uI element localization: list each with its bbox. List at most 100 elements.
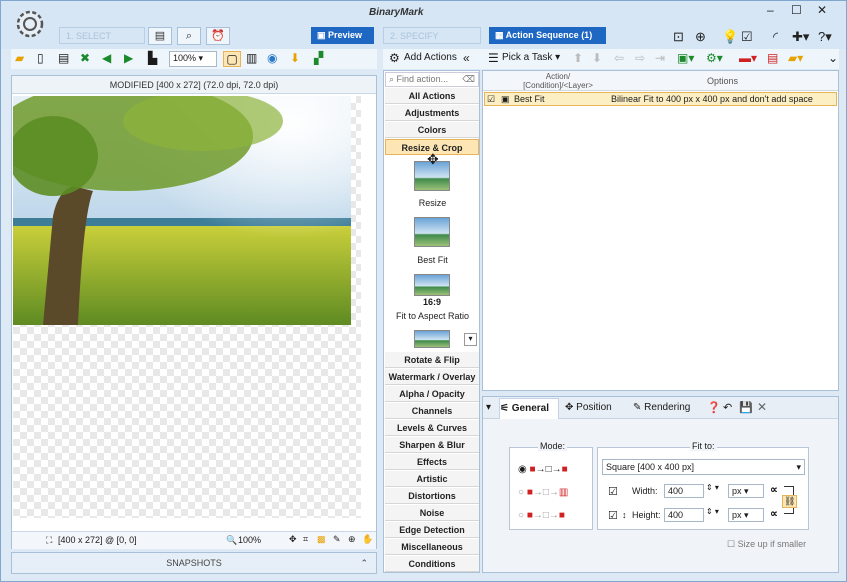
- eyedropper-icon[interactable]: ✎: [333, 534, 341, 545]
- width-unit-select[interactable]: px ▾: [728, 484, 764, 498]
- category-miscellaneous[interactable]: Miscellaneous: [385, 539, 479, 555]
- pick-task-button[interactable]: Pick a Task ▾: [502, 51, 560, 65]
- width-field[interactable]: 400: [664, 484, 704, 498]
- save-icon[interactable]: 💾: [739, 401, 753, 414]
- checklist-icon[interactable]: ☑: [741, 29, 753, 45]
- tab-general[interactable]: ⚟ General: [499, 398, 559, 419]
- snapshots-bar[interactable]: SNAPSHOTS ⌃: [11, 552, 377, 574]
- tab-specify-actions[interactable]: 2. SPECIFY ACTIONS: [383, 27, 481, 58]
- width-checkbox[interactable]: ☑: [608, 485, 618, 498]
- height-unit-select[interactable]: px ▾: [728, 508, 764, 522]
- category-all-actions[interactable]: All Actions: [385, 88, 479, 104]
- category-adjustments[interactable]: Adjustments: [385, 105, 479, 121]
- delete-all-icon[interactable]: ▤: [767, 51, 778, 65]
- chevron-up-icon[interactable]: ⌃: [360, 553, 368, 573]
- close-panel-icon[interactable]: ✕: [757, 400, 767, 414]
- back-icon[interactable]: ◀: [102, 51, 111, 65]
- category-levels[interactable]: Levels & Curves: [385, 420, 479, 436]
- move-down-icon[interactable]: ⬇: [592, 51, 602, 65]
- maximize-icon[interactable]: ☐: [791, 3, 802, 17]
- move-left-icon[interactable]: ⇦: [614, 51, 624, 65]
- table-row[interactable]: ☑ ▣ Best Fit Bilinear Fit to 400 px x 40…: [484, 92, 837, 106]
- zoom-select[interactable]: 100% ▾: [169, 51, 217, 67]
- split-view-icon[interactable]: ▥: [246, 51, 257, 65]
- category-effects[interactable]: Effects: [385, 454, 479, 470]
- mode-option-3[interactable]: ○ ■→□→■: [518, 510, 565, 521]
- category-conditions[interactable]: Conditions: [385, 556, 479, 572]
- rss-icon[interactable]: ◜: [773, 29, 778, 45]
- category-rotate-flip[interactable]: Rotate & Flip: [385, 352, 479, 368]
- minimize-icon[interactable]: –: [767, 3, 774, 17]
- expand-dropdown-icon[interactable]: ▾: [464, 333, 477, 346]
- collapse-icon[interactable]: «: [463, 51, 470, 65]
- tab-position[interactable]: ✥ Position: [565, 402, 612, 413]
- gear-icon[interactable]: [13, 7, 47, 41]
- category-channels[interactable]: Channels: [385, 403, 479, 419]
- category-colors[interactable]: Colors: [385, 122, 479, 138]
- overflow-icon[interactable]: ⌄: [828, 51, 838, 65]
- find-action-input[interactable]: ⌕ Find action... ⌫: [385, 72, 479, 87]
- category-distortions[interactable]: Distortions: [385, 488, 479, 504]
- mode-images-icon[interactable]: ▤: [148, 27, 172, 45]
- indent-icon[interactable]: ⇥: [655, 51, 665, 65]
- move-up-icon[interactable]: ⬆: [573, 51, 583, 65]
- row-checkbox[interactable]: ☑: [487, 93, 495, 105]
- size-up-checkbox[interactable]: ☐ Size up if smaller: [727, 539, 806, 550]
- folder-icon[interactable]: ▰▾: [788, 51, 803, 65]
- category-watermark[interactable]: Watermark / Overlay: [385, 369, 479, 385]
- proportion-icon[interactable]: ∝: [770, 483, 778, 496]
- move-right-icon[interactable]: ⇨: [635, 51, 645, 65]
- height-stepper[interactable]: ⇕ ▾: [706, 507, 719, 516]
- lightbulb-icon[interactable]: 💡: [722, 29, 738, 45]
- image-list-icon[interactable]: ▤: [58, 51, 69, 65]
- help-icon[interactable]: ?▾: [818, 29, 832, 45]
- insert-icon[interactable]: ▣▾: [677, 51, 694, 65]
- open-folder-icon[interactable]: ▰: [15, 51, 24, 65]
- compare-icon[interactable]: ◉: [267, 51, 277, 65]
- single-view-icon[interactable]: ▢: [223, 51, 241, 67]
- height-checkbox[interactable]: ☑: [608, 509, 618, 522]
- pan-icon[interactable]: ✥: [289, 534, 297, 545]
- width-stepper[interactable]: ⇕ ▾: [706, 483, 719, 492]
- mode-watch-icon[interactable]: ⌕: [177, 27, 201, 45]
- magnify-icon[interactable]: ⊕: [348, 534, 356, 545]
- proportion-height-icon[interactable]: ∝: [770, 507, 778, 520]
- clear-search-icon[interactable]: ⌫: [462, 73, 475, 85]
- tab-preview[interactable]: ▣ Preview: [311, 27, 374, 44]
- mode-option-2[interactable]: ○ ■→□→▥: [518, 487, 568, 498]
- category-alpha[interactable]: Alpha / Opacity: [385, 386, 479, 402]
- crop-tool-icon[interactable]: ⌗: [303, 534, 308, 545]
- fit-icon[interactable]: ▞: [314, 51, 323, 65]
- remove-icon[interactable]: ▬▾: [739, 51, 757, 65]
- settings-icon[interactable]: ⚙▾: [706, 51, 723, 65]
- category-edge-detection[interactable]: Edge Detection: [385, 522, 479, 538]
- forward-icon[interactable]: ▶: [124, 51, 133, 65]
- preview-canvas[interactable]: [13, 96, 361, 518]
- panel-menu-icon[interactable]: ▾: [486, 402, 491, 413]
- category-artistic[interactable]: Artistic: [385, 471, 479, 487]
- tab-select-mode[interactable]: 1. SELECT MODE: [59, 27, 145, 58]
- category-noise[interactable]: Noise: [385, 505, 479, 521]
- fit-to-select[interactable]: Square [400 x 400 px] ▾: [602, 459, 805, 475]
- help-icon[interactable]: ❓: [707, 401, 721, 414]
- tab-action-sequence[interactable]: ▦ Action Sequence (1): [489, 27, 606, 44]
- histogram-icon[interactable]: ▙: [148, 51, 157, 65]
- new-file-icon[interactable]: ▯: [37, 51, 44, 65]
- crop-icon[interactable]: ✖: [80, 51, 90, 65]
- close-icon[interactable]: ✕: [817, 3, 827, 17]
- globe-icon[interactable]: ⊕: [695, 29, 706, 45]
- mode-option-1[interactable]: ◉ ■→□→■: [518, 464, 568, 475]
- console-icon[interactable]: ⊡: [673, 29, 684, 45]
- mode-timer-icon[interactable]: ⏰: [206, 27, 230, 45]
- pin-icon[interactable]: ⬇: [290, 51, 300, 65]
- link-icon[interactable]: ⛓: [782, 495, 798, 508]
- hand-icon[interactable]: ✋: [362, 534, 373, 545]
- crop-thumbnail[interactable]: [414, 330, 450, 348]
- height-field[interactable]: 400: [664, 508, 704, 522]
- add-icon[interactable]: ✚▾: [792, 29, 809, 45]
- undo-icon[interactable]: ↶: [723, 401, 732, 414]
- fullscreen-icon[interactable]: ▩: [317, 534, 326, 545]
- category-sharpen[interactable]: Sharpen & Blur: [385, 437, 479, 453]
- add-actions-button[interactable]: Add Actions: [404, 51, 457, 65]
- tab-rendering[interactable]: ✎ Rendering: [633, 402, 690, 413]
